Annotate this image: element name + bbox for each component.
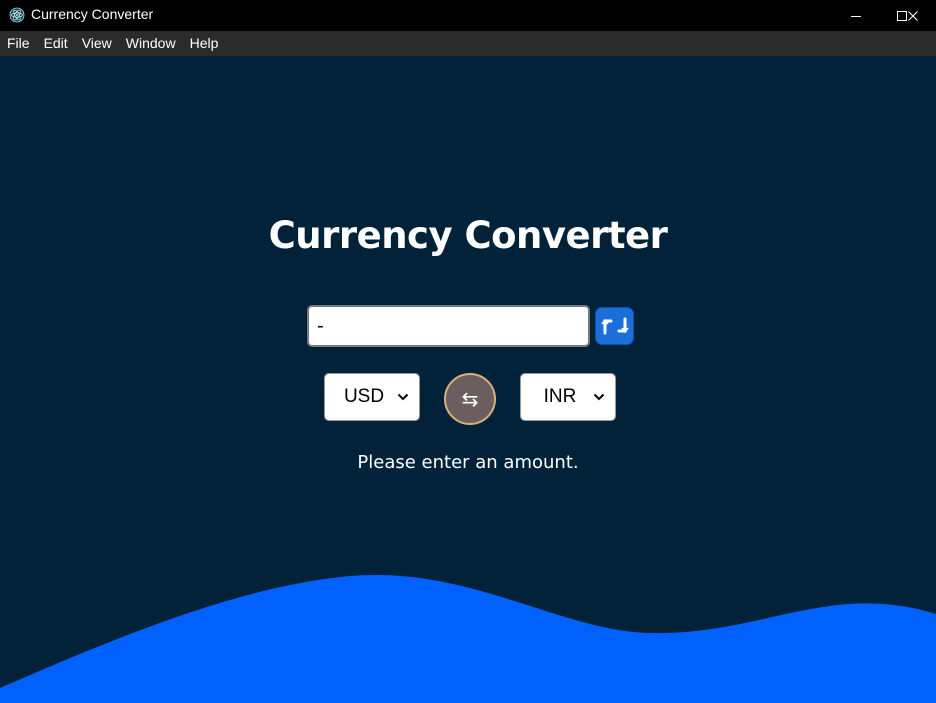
main-content: Currency Converter USD ⇆ INR Pl (0, 56, 936, 703)
amount-input[interactable] (307, 305, 590, 347)
chevron-down-icon (397, 393, 419, 401)
swap-currency-button[interactable]: ⇆ (444, 373, 496, 425)
from-currency-select[interactable]: USD (324, 373, 420, 421)
to-currency-select[interactable]: INR (520, 373, 616, 421)
menu-window[interactable]: Window (119, 31, 183, 56)
swap-currency-icon: ⇆ (461, 387, 479, 411)
status-message: Please enter an amount. (357, 452, 579, 473)
window-title: Currency Converter (31, 6, 154, 22)
menu-help[interactable]: Help (183, 31, 226, 56)
to-currency-value: INR (543, 386, 577, 407)
electron-icon (9, 7, 25, 23)
swap-amount-button[interactable] (595, 307, 634, 345)
menu-file[interactable]: File (0, 31, 37, 56)
close-icon (908, 10, 918, 21)
chevron-down-icon (593, 393, 615, 401)
page-title: Currency Converter (268, 214, 668, 257)
menu-view[interactable]: View (75, 31, 119, 56)
title-bar[interactable]: Currency Converter (0, 0, 936, 31)
app-window: Currency Converter File Edit View Window… (0, 0, 936, 703)
menu-bar: File Edit View Window Help (0, 31, 936, 56)
swap-arrows-icon (600, 317, 629, 335)
menu-edit[interactable]: Edit (37, 31, 75, 56)
from-currency-value: USD (343, 386, 385, 407)
close-button[interactable] (890, 0, 936, 31)
